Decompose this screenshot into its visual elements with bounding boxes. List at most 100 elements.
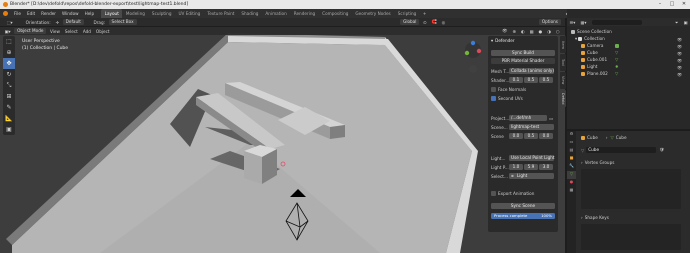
menu-file[interactable]: File — [11, 11, 24, 16]
visibility-icon[interactable]: 👁 — [500, 28, 510, 34]
shader-value-y[interactable]: 0.5 — [524, 77, 538, 83]
scene-value-y[interactable]: 0.5 — [524, 133, 538, 139]
scene-value-z[interactable]: 0.0 — [539, 133, 553, 139]
move-icon[interactable]: ✥ — [3, 58, 15, 69]
outliner-collection[interactable]: ▾ Collection — [575, 36, 605, 41]
editor-type-icon[interactable]: ▣▾ — [2, 29, 13, 34]
modifier-props-icon[interactable]: 🔧 — [567, 163, 576, 171]
light-position-y[interactable]: 5.9 — [524, 164, 538, 170]
panel-header[interactable]: ▾ Defender — [491, 38, 515, 43]
project-path-field[interactable]: /...def/mh — [509, 115, 547, 121]
menu-view[interactable]: View — [47, 29, 62, 34]
fake-user-icon[interactable]: 🛡 — [659, 147, 664, 153]
outliner-search-input[interactable] — [591, 19, 642, 25]
snap-icon[interactable]: 🧲 — [429, 19, 439, 25]
tab-rendering[interactable]: Rendering — [290, 9, 318, 18]
menu-render[interactable]: Render — [38, 11, 59, 16]
mesh-type-dropdown[interactable]: Collada (anims only) — [509, 68, 554, 74]
tool-icon[interactable]: ⬚▾ — [4, 20, 15, 25]
orientation-dropdown[interactable]: Default — [62, 19, 84, 25]
light-mode-dropdown[interactable]: Use Local Point Light — [509, 155, 555, 161]
tab-view[interactable]: View — [560, 72, 566, 89]
scene-field[interactable]: lightmap-test — [509, 124, 554, 130]
tab-animation[interactable]: Animation — [262, 9, 290, 18]
shading-rendered-icon[interactable]: ○ — [553, 29, 562, 34]
sync-build-button[interactable]: Sync Build — [491, 50, 555, 56]
eye-icon[interactable]: 👁 — [677, 43, 682, 50]
list-item[interactable]: Cube.001 ▽ — [581, 57, 618, 62]
transform-orientation-dropdown[interactable]: Global — [400, 19, 420, 25]
shading-solid-icon[interactable]: ● — [536, 29, 545, 34]
scale-icon[interactable]: ⤡ — [3, 80, 15, 91]
mesh-data-props-icon[interactable]: ▽ — [567, 171, 576, 179]
list-item[interactable]: Cube ▽ — [581, 50, 618, 55]
vertex-groups-panel[interactable]: › Vertex Groups — [581, 160, 614, 165]
menu-edit[interactable]: Edit — [24, 11, 38, 16]
proportional-edit-icon[interactable]: ◎ — [439, 20, 448, 25]
output-props-icon[interactable]: ▤ — [567, 147, 576, 155]
eye-icon[interactable]: 👁 — [677, 36, 682, 43]
blender-menu-icon[interactable] — [3, 11, 8, 16]
sync-scene-button[interactable]: Sync Scene — [491, 203, 555, 209]
tab-texture-paint[interactable]: Texture Paint — [204, 9, 238, 18]
shader-value-z[interactable]: 0.5 — [539, 77, 553, 83]
tab-tool[interactable]: Tool — [560, 54, 566, 71]
export-animation-checkbox[interactable] — [491, 191, 496, 196]
tab-shading[interactable]: Shading — [238, 9, 262, 18]
tool-props-icon[interactable]: ⚙ — [567, 131, 576, 139]
xray-icon[interactable]: ▦ — [527, 29, 536, 34]
options-dropdown[interactable]: Options — [538, 19, 561, 25]
minimize-button[interactable]: – — [654, 0, 666, 9]
navigation-gizmo[interactable] — [462, 39, 484, 79]
tab-defold[interactable]: Defold — [560, 90, 566, 107]
eye-icon[interactable]: 👁 — [677, 57, 682, 64]
add-cube-icon[interactable]: ▣ — [3, 124, 15, 135]
add-workspace-icon[interactable]: + — [420, 11, 430, 16]
pbr-material-shader-button[interactable]: PBR Material Shader — [491, 58, 555, 64]
list-item[interactable]: Light ✹ — [581, 64, 619, 69]
eye-icon[interactable]: 👁 — [677, 71, 682, 78]
tab-compositing[interactable]: Compositing — [319, 9, 352, 18]
pivot-icon[interactable]: ⊙ — [420, 20, 429, 25]
menu-add[interactable]: Add — [80, 29, 93, 34]
menu-object[interactable]: Object — [93, 29, 112, 34]
scene-value-x[interactable]: 0.0 — [509, 133, 523, 139]
select-box-icon[interactable]: ⬚ — [3, 36, 15, 47]
display-mode-icon[interactable]: ▦▾ — [578, 20, 589, 25]
tab-uv-editing[interactable]: UV Editing — [175, 9, 204, 18]
shader-value-x[interactable]: 0.1 — [509, 77, 523, 83]
cursor-icon[interactable]: ⊕ — [3, 47, 15, 58]
filter-icon[interactable]: ⏷ — [673, 20, 681, 25]
gizmo-icon[interactable]: ⊕ — [510, 29, 519, 34]
tab-layout[interactable]: Layout — [101, 9, 123, 18]
measure-icon[interactable]: 📐 — [3, 113, 15, 124]
drag-dropdown[interactable]: Select Box — [108, 19, 137, 25]
shape-keys-panel[interactable]: › Shape Keys — [581, 215, 609, 220]
maximize-button[interactable]: □ — [666, 0, 678, 9]
rotate-icon[interactable]: ↻ — [3, 69, 15, 80]
folder-icon[interactable]: ▭ — [549, 116, 553, 121]
material-props-icon[interactable]: ● — [567, 179, 576, 187]
face-normals-checkbox[interactable] — [491, 87, 496, 92]
tab-sculpting[interactable]: Sculpting — [148, 9, 175, 18]
outliner-scene-collection[interactable]: Scene Collection — [571, 29, 612, 34]
transform-icon[interactable]: ⊞ — [3, 91, 15, 102]
eye-icon[interactable]: 👁 — [677, 50, 682, 57]
tab-modeling[interactable]: Modeling — [122, 9, 148, 18]
close-button[interactable]: ✕ — [678, 0, 690, 9]
list-item[interactable]: Camera — [581, 43, 621, 48]
light-position-z[interactable]: 3.0 — [539, 164, 553, 170]
mesh-name-field[interactable]: Cube — [586, 147, 657, 153]
mode-dropdown[interactable]: Object Mode — [14, 28, 47, 34]
menu-select[interactable]: Select — [62, 29, 80, 34]
texture-props-icon[interactable]: ▦ — [567, 187, 576, 195]
menu-window[interactable]: Window — [59, 11, 82, 16]
render-props-icon[interactable]: ▭ — [567, 139, 576, 147]
second-uvs-checkbox[interactable] — [491, 96, 496, 101]
new-collection-icon[interactable]: ▣ — [681, 20, 690, 25]
tab-item[interactable]: Item — [560, 36, 566, 53]
light-position-x[interactable]: 1.0 — [509, 164, 523, 170]
menu-help[interactable]: Help — [82, 11, 98, 16]
annotate-icon[interactable]: ✎ — [3, 102, 15, 113]
eye-icon[interactable]: 👁 — [677, 64, 682, 71]
